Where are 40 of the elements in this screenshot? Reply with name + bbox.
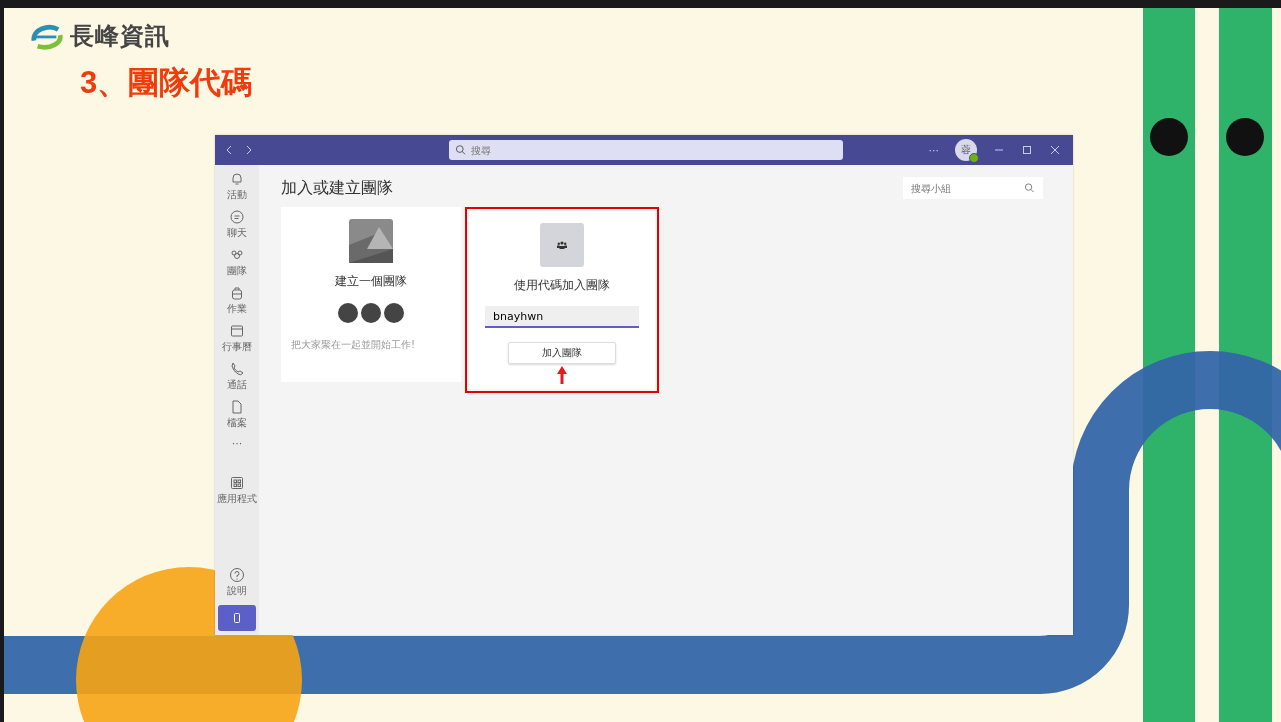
team-search-input[interactable]: 搜尋小組 [911,177,1025,199]
bag-icon [229,285,245,301]
avatar[interactable]: 蓉 [955,139,977,161]
bell-icon [229,171,245,187]
logo-icon [28,22,66,50]
close-icon[interactable] [1049,144,1061,156]
sidebar-item[interactable]: 活動 [227,171,247,205]
phone-icon [229,361,245,377]
file-icon [229,399,245,415]
chat-icon [229,209,245,225]
team-icon [556,239,568,251]
card-title: 建立一個團隊 [335,273,407,290]
sidebar-item[interactable]: 應用程式 [217,475,257,509]
brand-name: 長峰資訊 [70,21,170,52]
sidebar-item[interactable]: 作業 [227,285,247,319]
sidebar-item[interactable]: 行事曆 [222,323,252,357]
image-icon [349,219,393,263]
sidebar-item[interactable]: 聊天 [227,209,247,243]
help-item[interactable]: 說明 [227,567,247,601]
card-title: 使用代碼加入團隊 [514,277,610,294]
apps-icon [229,475,245,491]
people-avatars-icon [337,302,405,324]
calendar-icon [229,323,245,339]
search-icon [455,144,467,156]
more-options-button[interactable]: ··· [928,143,939,157]
mobile-button[interactable] [218,605,256,631]
phone-device-icon [231,612,243,624]
team-search-field[interactable]: 搜尋小組 [903,177,1043,199]
maximize-icon[interactable] [1021,144,1033,156]
help-icon [229,567,245,583]
slide-heading: 3、團隊代碼 [80,64,254,102]
sidebar-item[interactable]: 團隊 [227,247,247,281]
sidebar-item[interactable]: 檔案 [227,399,247,433]
join-team-button[interactable]: 加入團隊 [508,342,616,364]
sidebar-item[interactable]: 通話 [227,361,247,395]
team-code-field[interactable]: bnayhwn [485,306,639,328]
pointer-arrow [557,366,567,384]
page-title: 加入或建立團隊 [281,177,393,199]
sidebar-item[interactable]: ··· [231,437,243,471]
search-icon [1024,182,1035,194]
